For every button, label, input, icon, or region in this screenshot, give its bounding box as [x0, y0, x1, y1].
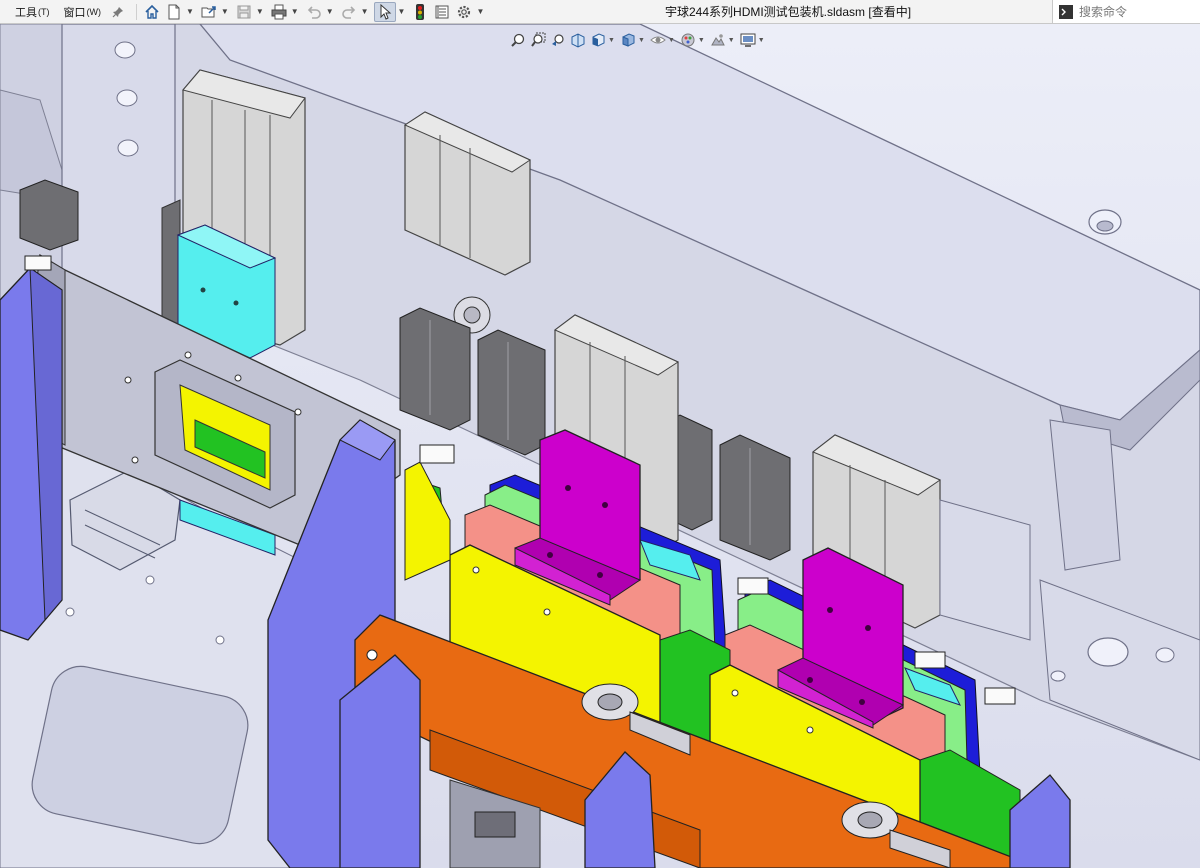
undo-dropdown[interactable]: ▼: [326, 7, 334, 16]
search-box[interactable]: 搜索命令: [1052, 0, 1200, 23]
open-file-icon: [201, 5, 216, 17]
options-button[interactable]: [454, 2, 474, 22]
redo-icon: [341, 5, 355, 19]
heads-up-view-toolbar: ▼ ▼ ▼ ▼ ▼ ▼: [508, 30, 768, 50]
apply-scene-icon: [710, 34, 725, 46]
home-icon: [145, 4, 159, 19]
section-view-button[interactable]: [568, 31, 588, 49]
zoom-to-fit-button[interactable]: [508, 31, 528, 49]
edit-appearance-icon: [681, 33, 695, 47]
select-dropdown[interactable]: ▼: [398, 7, 406, 16]
print-icon: [271, 4, 287, 19]
document-title: 宇球244系列HDMI测试包装机.sldasm [查看中]: [665, 5, 912, 19]
menu-tools-label: 工具: [15, 6, 37, 19]
title-bar: 工具 (T) 窗口 (W) ▼ ▼ ▼ ▼ ▼ ▼ ▼ ▼ 宇球244系列HDM…: [0, 0, 1200, 24]
apply-scene-dropdown[interactable]: ▼: [728, 37, 735, 44]
section-view-icon: [571, 33, 585, 48]
new-document-dropdown[interactable]: ▼: [186, 7, 194, 16]
display-style-dropdown[interactable]: ▼: [638, 37, 645, 44]
menu-window[interactable]: 窗口 (W): [57, 0, 109, 23]
options-dropdown[interactable]: ▼: [476, 7, 484, 16]
file-properties-icon: [435, 5, 449, 18]
zoom-to-fit-icon: [511, 33, 525, 47]
purple-side-plate-left: [0, 267, 63, 641]
menu-bar: 工具 (T) 窗口 (W): [0, 0, 132, 23]
new-document-icon: [168, 4, 180, 19]
options-gear-icon: [458, 5, 471, 18]
pin-icon[interactable]: [112, 6, 124, 18]
menu-window-label: 窗口: [63, 6, 86, 19]
edit-appearance-button[interactable]: [678, 31, 698, 49]
save-button[interactable]: [234, 2, 254, 22]
previous-view-icon: [552, 34, 564, 46]
graphics-area[interactable]: [0, 24, 1200, 868]
zoom-to-area-icon: [531, 32, 546, 47]
assembly-model-view[interactable]: [0, 24, 1200, 868]
view-settings-dropdown[interactable]: ▼: [758, 37, 765, 44]
previous-view-button[interactable]: [548, 31, 568, 49]
zoom-to-area-button[interactable]: [528, 31, 548, 49]
open-file-dropdown[interactable]: ▼: [221, 7, 229, 16]
hide-show-items-icon: [650, 36, 666, 44]
menu-window-accel: (W): [86, 6, 102, 17]
new-document-button[interactable]: [164, 2, 184, 22]
file-properties-button[interactable]: [432, 2, 452, 22]
view-orientation-button[interactable]: [588, 31, 608, 49]
redo-dropdown[interactable]: ▼: [361, 7, 369, 16]
hide-show-items-button[interactable]: [648, 31, 668, 49]
redo-button[interactable]: [339, 2, 359, 22]
search-placeholder: 搜索命令: [1079, 5, 1128, 19]
toolbar-separator: [136, 3, 137, 20]
select-cursor-icon: [380, 3, 391, 20]
view-orientation-dropdown[interactable]: ▼: [608, 37, 615, 44]
view-settings-icon: [740, 33, 756, 47]
standard-toolbar: ▼ ▼ ▼ ▼ ▼ ▼ ▼ ▼: [132, 0, 488, 23]
hide-show-items-dropdown[interactable]: ▼: [668, 37, 675, 44]
view-orientation-icon: [592, 33, 605, 47]
rebuild-button[interactable]: [410, 2, 430, 22]
edit-appearance-dropdown[interactable]: ▼: [698, 37, 705, 44]
menu-tools-accel: (T): [38, 6, 50, 17]
apply-scene-button[interactable]: [708, 31, 728, 49]
select-button[interactable]: [373, 1, 396, 22]
open-file-button[interactable]: [199, 2, 219, 22]
command-prompt-icon: [1059, 4, 1073, 19]
view-settings-button[interactable]: [738, 31, 758, 49]
home-button[interactable]: [142, 2, 162, 22]
undo-icon: [307, 5, 321, 19]
rebuild-traffic-light-icon: [416, 3, 425, 20]
display-style-icon: [622, 33, 635, 47]
display-style-button[interactable]: [618, 31, 638, 49]
print-button[interactable]: [269, 2, 289, 22]
undo-button[interactable]: [304, 2, 324, 22]
save-icon: [237, 5, 251, 18]
menu-tools[interactable]: 工具 (T): [8, 0, 57, 23]
print-dropdown[interactable]: ▼: [291, 7, 299, 16]
save-dropdown[interactable]: ▼: [256, 7, 264, 16]
